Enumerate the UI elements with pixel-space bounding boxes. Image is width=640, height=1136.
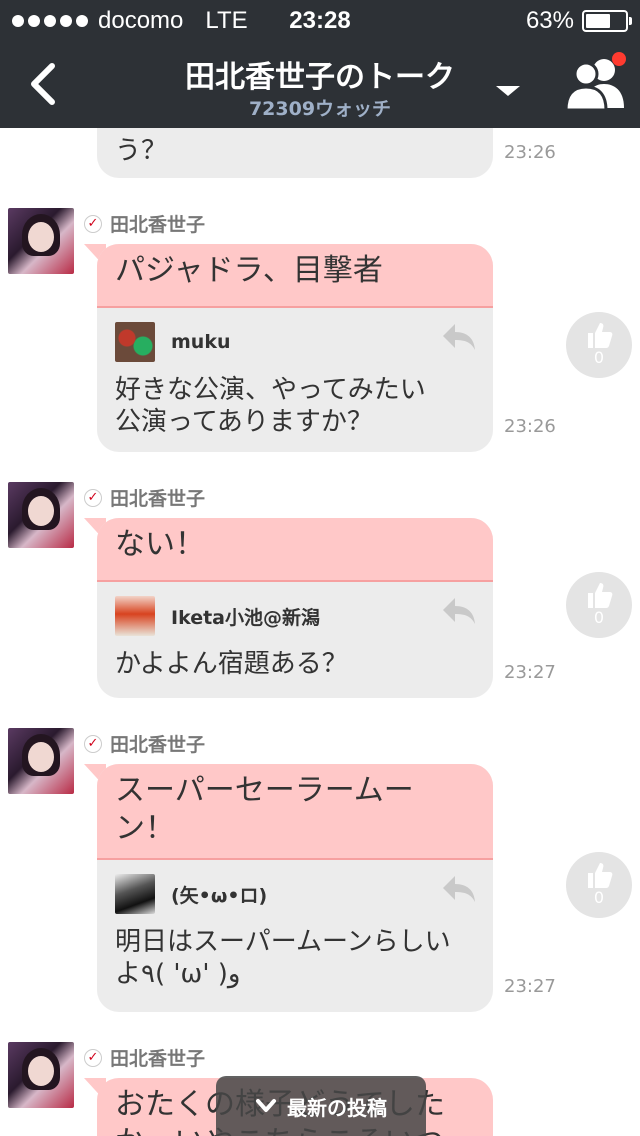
user-thumbnail xyxy=(115,322,155,362)
timestamp: 23:27 xyxy=(504,662,556,683)
like-button[interactable]: 0 xyxy=(566,312,632,378)
message-bubble[interactable]: スーパーセーラームー ン！ (矢•ω•ロ) 明日はスーパームーンらしい よ٩( … xyxy=(97,764,493,1012)
like-count: 0 xyxy=(593,888,605,907)
user-thumbnail xyxy=(115,596,155,636)
jump-to-latest-button[interactable]: 最新の投稿 xyxy=(216,1076,426,1136)
like-button[interactable]: 0 xyxy=(566,572,632,638)
reply-text: 明日はスーパームーンらしい よ٩( 'ω' )و xyxy=(115,927,451,989)
jump-to-latest-label: 最新の投稿 xyxy=(287,1095,387,1120)
chevron-down-icon[interactable] xyxy=(496,86,520,96)
avatar[interactable] xyxy=(8,482,74,548)
chevron-down-icon xyxy=(256,1099,276,1112)
sender-row: ✓ 田北香世子 xyxy=(84,484,205,511)
verified-check-icon: ✓ xyxy=(84,488,102,507)
reply-text: 好きな公演、やってみたい 公演ってありますか？ xyxy=(115,375,426,437)
message-bubble[interactable]: ない！ Iketa小池@新潟 かよよん宿題ある？ xyxy=(97,518,493,698)
sender-name: 田北香世子 xyxy=(110,214,206,236)
status-bar: docomo LTE 23:28 63% xyxy=(0,0,640,40)
quoted-reply: (矢•ω•ロ) 明日はスーパームーンらしい よ٩( 'ω' )و xyxy=(97,860,493,1002)
like-button[interactable]: 0 xyxy=(566,852,632,918)
reply-username: (矢•ω•ロ) xyxy=(171,884,268,907)
timestamp: 23:26 xyxy=(504,142,556,163)
header-bar: 田北香世子のトーク 72309ウォッチ xyxy=(0,40,640,128)
page-title: 田北香世子のトーク xyxy=(185,60,455,95)
avatar[interactable] xyxy=(8,208,74,274)
sender-name: 田北香世子 xyxy=(110,734,206,756)
sender-name: 田北香世子 xyxy=(110,488,206,510)
watch-count: 72309ウォッチ xyxy=(248,98,392,120)
timestamp: 23:26 xyxy=(504,416,556,437)
like-count: 0 xyxy=(593,348,605,367)
message-text: スーパーセーラームー ン！ xyxy=(97,764,493,860)
avatar[interactable] xyxy=(8,728,74,794)
verified-check-icon: ✓ xyxy=(84,1048,102,1067)
sender-name: 田北香世子 xyxy=(110,1048,206,1070)
notification-badge xyxy=(612,52,626,66)
battery-icon xyxy=(582,10,632,32)
sender-row: ✓ 田北香世子 xyxy=(84,730,205,757)
user-thumbnail xyxy=(115,874,155,914)
reply-username: muku xyxy=(171,331,231,353)
like-count: 0 xyxy=(593,608,605,627)
reply-text: かよよん宿題ある？ xyxy=(115,649,348,679)
battery-percent: 63% xyxy=(525,7,574,34)
verified-check-icon: ✓ xyxy=(84,214,102,233)
message-text: パジャドラ、目撃者 xyxy=(97,244,493,308)
reply-arrow-icon[interactable] xyxy=(441,596,477,626)
sender-row: ✓ 田北香世子 xyxy=(84,1044,205,1071)
verified-check-icon: ✓ xyxy=(84,734,102,753)
quoted-reply: Iketa小池@新潟 かよよん宿題ある？ xyxy=(97,582,493,692)
thumbs-up-icon xyxy=(588,323,613,348)
quoted-reply: muku 好きな公演、やってみたい 公演ってありますか？ xyxy=(97,308,493,450)
timestamp: 23:27 xyxy=(504,976,556,997)
thumbs-up-icon xyxy=(588,583,613,608)
reply-username: Iketa小池@新潟 xyxy=(171,606,320,629)
message-text: ない！ xyxy=(97,518,493,582)
avatar[interactable] xyxy=(8,1042,74,1108)
reply-arrow-icon[interactable] xyxy=(441,322,477,352)
message-bubble[interactable]: パジャドラ、目撃者 muku 好きな公演、やってみたい 公演ってありますか？ xyxy=(97,244,493,452)
thumbs-up-icon xyxy=(588,863,613,888)
sender-row: ✓ 田北香世子 xyxy=(84,210,205,237)
reply-arrow-icon[interactable] xyxy=(441,874,477,904)
message-bubble-partial: う？ xyxy=(97,128,493,178)
reply-text: う？ xyxy=(115,136,168,166)
